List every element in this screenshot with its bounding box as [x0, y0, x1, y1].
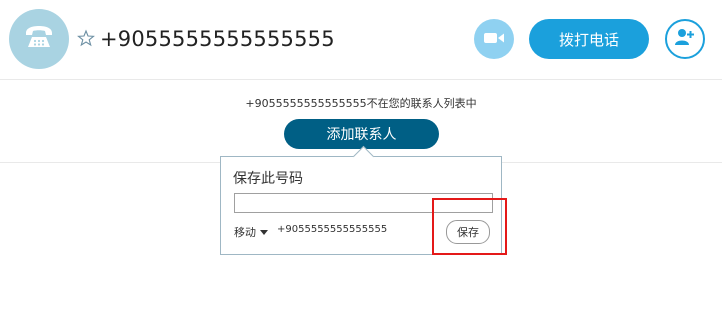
- phone-icon: [22, 20, 56, 58]
- video-camera-icon: [483, 30, 505, 49]
- star-icon[interactable]: [77, 29, 95, 47]
- chevron-down-icon: [260, 230, 268, 235]
- add-contact-icon-button[interactable]: [665, 19, 705, 59]
- highlight-box: [432, 198, 507, 255]
- call-button[interactable]: 拨打电话: [529, 19, 649, 59]
- phone-type-dropdown[interactable]: 移动: [234, 224, 268, 240]
- popup-title: 保存此号码: [233, 171, 303, 187]
- contact-avatar: [9, 9, 69, 69]
- video-call-button[interactable]: [474, 19, 514, 59]
- phone-type-label: 移动: [234, 226, 256, 239]
- not-in-contacts-notice: +9055555555555555不在您的联系人列表中: [245, 97, 477, 110]
- contact-header: +9055555555555555 拨打电话: [0, 0, 722, 80]
- contact-title: +9055555555555555: [100, 27, 335, 51]
- add-contact-button[interactable]: 添加联系人: [284, 119, 439, 149]
- popup-phone-number: +9055555555555555: [277, 224, 388, 235]
- add-contact-icon: [674, 28, 696, 50]
- popup-arrow: [352, 145, 375, 168]
